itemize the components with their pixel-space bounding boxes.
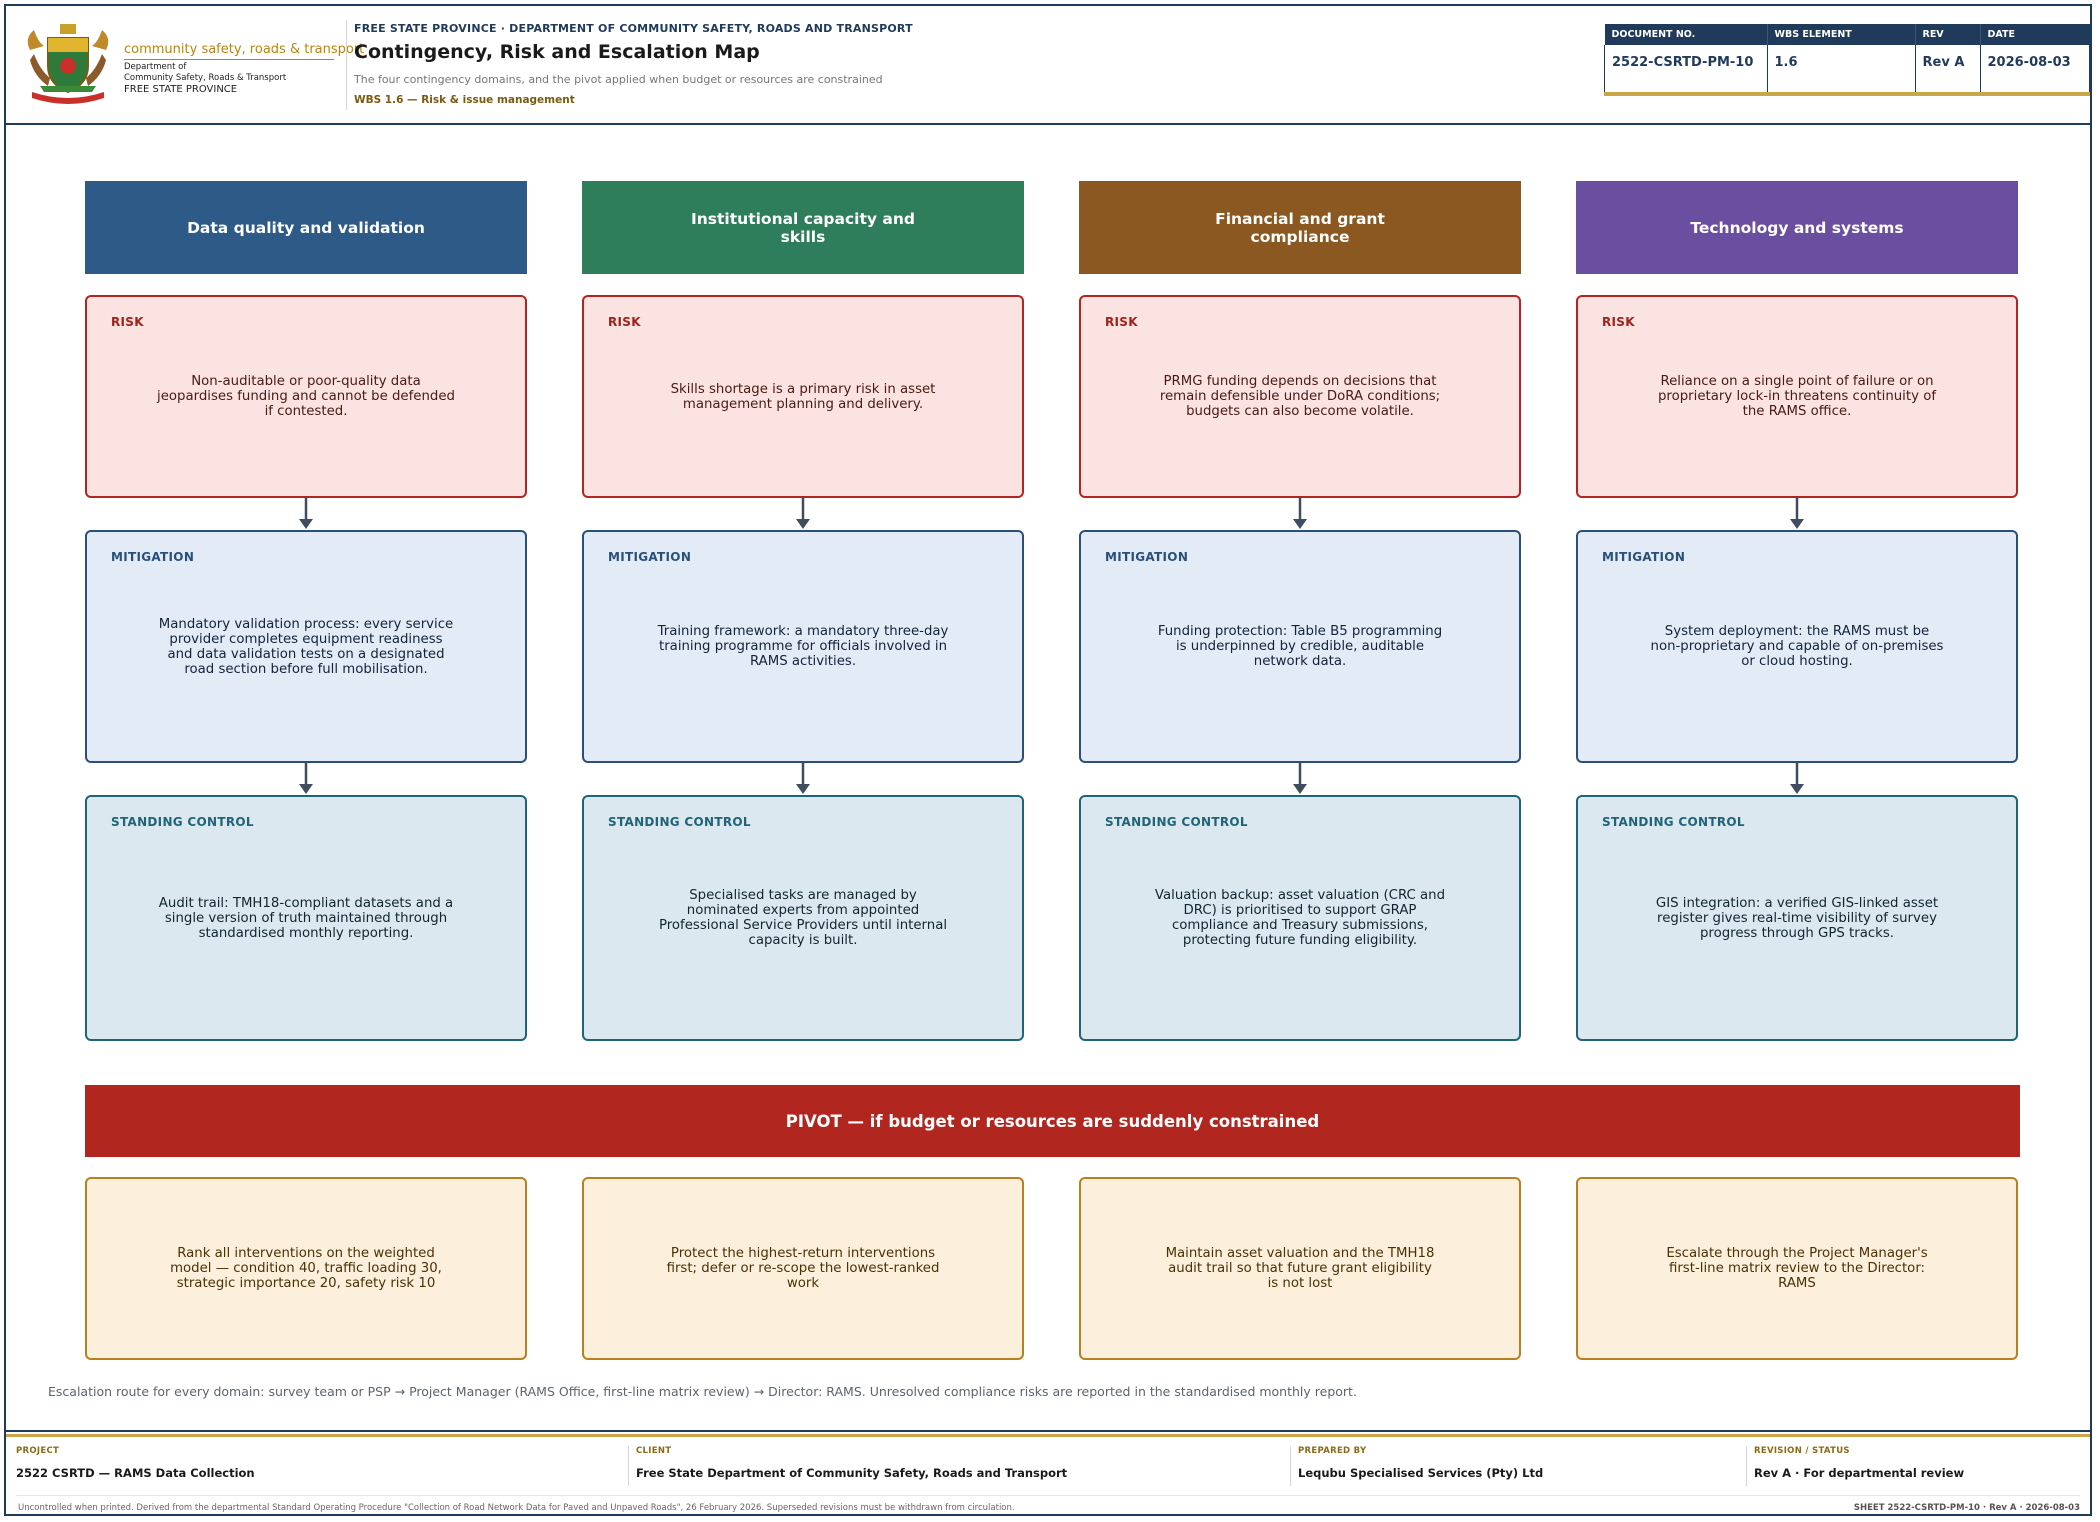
- standing-control-text: Audit trail: TMH18-compliant datasets an…: [158, 895, 454, 941]
- risk-label: RISK: [1105, 315, 1138, 329]
- risk-box: RISK Reliance on a single point of failu…: [1576, 295, 2018, 498]
- risk-label: RISK: [111, 315, 144, 329]
- footer-revision-value: Rev A · For departmental review: [1754, 1466, 1965, 1480]
- footer-project-value: 2522 CSRTD — RAMS Data Collection: [16, 1466, 255, 1480]
- mitigation-text: Training framework: a mandatory three-da…: [657, 624, 949, 669]
- footer-client: CLIENT Free State Department of Communit…: [636, 1446, 1067, 1480]
- footer-prepared-label: PREPARED BY: [1298, 1446, 1367, 1456]
- risk-box: RISK Non-auditable or poor-quality data …: [85, 295, 527, 498]
- footer-disclaimer: Uncontrolled when printed. Derived from …: [18, 1503, 1015, 1513]
- arrow-down-icon: [796, 497, 810, 529]
- document-sheet: community safety, roads & transport Depa…: [4, 4, 2092, 1516]
- logo-tagline: community safety, roads & transport: [124, 42, 364, 60]
- domain-header: Data quality and validation: [85, 181, 527, 274]
- mitigation-box: MITIGATION Funding protection: Table B5 …: [1079, 530, 1521, 763]
- pivot-banner: PIVOT — if budget or resources are sudde…: [85, 1085, 2020, 1157]
- page-title: Contingency, Risk and Escalation Map: [354, 41, 760, 63]
- footer-divider: [628, 1446, 629, 1486]
- rev-header: REV: [1915, 24, 1981, 45]
- footer-divider: [1290, 1446, 1291, 1486]
- standing-control-box: STANDING CONTROL Specialised tasks are m…: [582, 795, 1024, 1041]
- footer: PROJECT 2522 CSRTD — RAMS Data Collectio…: [6, 1430, 2090, 1518]
- page-subtitle: The four contingency domains, and the pi…: [354, 73, 883, 86]
- footer-client-label: CLIENT: [636, 1446, 672, 1456]
- logo-province: FREE STATE PROVINCE: [124, 84, 238, 95]
- header-titles: FREE STATE PROVINCE · DEPARTMENT OF COMM…: [354, 22, 1554, 106]
- standing-control-box: STANDING CONTROL Audit trail: TMH18-comp…: [85, 795, 527, 1041]
- footer-project: PROJECT 2522 CSRTD — RAMS Data Collectio…: [16, 1446, 255, 1480]
- arrow-down-icon: [299, 762, 313, 794]
- pivot-action-box: Escalate through the Project Manager's f…: [1576, 1177, 2018, 1360]
- mitigation-text: Mandatory validation process: every serv…: [158, 616, 454, 677]
- logo-department-name: Community Safety, Roads & Transport: [124, 73, 287, 83]
- standing-control-text: Valuation backup: asset valuation (CRC a…: [1154, 888, 1446, 948]
- footer-sheet-reference: SHEET 2522-CSRTD-PM-10 · Rev A · 2026-08…: [1853, 1503, 2080, 1513]
- arrow-down-icon: [1790, 762, 1804, 794]
- mitigation-box: MITIGATION Training framework: a mandato…: [582, 530, 1024, 763]
- mitigation-box: MITIGATION Mandatory validation process:…: [85, 530, 527, 763]
- header: community safety, roads & transport Depa…: [6, 6, 2090, 125]
- risk-text: Reliance on a single point of failure or…: [1657, 374, 1937, 419]
- standing-control-box: STANDING CONTROL GIS integration: a veri…: [1576, 795, 2018, 1041]
- standing-control-text: GIS integration: a verified GIS-linked a…: [1655, 895, 1939, 941]
- logo-department-label: Department of: [124, 62, 187, 72]
- pivot-action-box: Maintain asset valuation and the TMH18 a…: [1079, 1177, 1521, 1360]
- doc-no-value: 2522-CSRTD-PM-10: [1604, 45, 1768, 95]
- footer-client-value: Free State Department of Community Safet…: [636, 1466, 1068, 1480]
- header-kicker: FREE STATE PROVINCE · DEPARTMENT OF COMM…: [354, 22, 913, 35]
- risk-box: RISK Skills shortage is a primary risk i…: [582, 295, 1024, 498]
- wbs-element-header: WBS ELEMENT: [1767, 24, 1916, 45]
- date-header: DATE: [1980, 24, 2090, 45]
- footer-prepared-by: PREPARED BY Lequbu Specialised Services …: [1298, 1446, 1543, 1480]
- footer-divider: [1746, 1446, 1747, 1486]
- arrow-down-icon: [1790, 497, 1804, 529]
- mitigation-box: MITIGATION System deployment: the RAMS m…: [1576, 530, 2018, 763]
- risk-text: PRMG funding depends on decisions that r…: [1159, 374, 1441, 419]
- arrow-down-icon: [299, 497, 313, 529]
- arrow-down-icon: [796, 762, 810, 794]
- date-value: 2026-08-03: [1979, 45, 2090, 95]
- rev-value: Rev A: [1914, 45, 1981, 95]
- arrow-down-icon: [1293, 762, 1307, 794]
- risk-text: Skills shortage is a primary risk in ass…: [670, 381, 936, 412]
- domain-header: Financial and grant compliance: [1079, 181, 1521, 274]
- header-divider: [346, 20, 347, 110]
- risk-box: RISK PRMG funding depends on decisions t…: [1079, 295, 1521, 498]
- risk-text: Non-auditable or poor-quality data jeopa…: [157, 374, 455, 419]
- escalation-route-note: Escalation route for every domain: surve…: [48, 1384, 1357, 1399]
- footer-project-label: PROJECT: [16, 1446, 60, 1456]
- domain-header: Institutional capacity and skills: [582, 181, 1024, 274]
- document-info-table: DOCUMENT NO. WBS ELEMENT REV DATE 2522-C…: [1604, 24, 2090, 96]
- footer-prepared-value: Lequbu Specialised Services (Pty) Ltd: [1298, 1466, 1544, 1480]
- risk-label: RISK: [608, 315, 641, 329]
- wbs-element-value: 1.6: [1766, 45, 1916, 95]
- footer-note-rule: [16, 1495, 2080, 1496]
- pivot-action-box: Rank all interventions on the weighted m…: [85, 1177, 527, 1360]
- doc-no-header: DOCUMENT NO.: [1604, 24, 1768, 45]
- wbs-reference: WBS 1.6 — Risk & issue management: [354, 94, 575, 106]
- arrow-down-icon: [1293, 497, 1307, 529]
- footer-revision-label: REVISION / STATUS: [1754, 1446, 1850, 1456]
- department-logo-text: community safety, roads & transport Depa…: [124, 42, 364, 95]
- mitigation-text: System deployment: the RAMS must be non-…: [1650, 624, 1944, 669]
- risk-label: RISK: [1602, 315, 1635, 329]
- mitigation-text: Funding protection: Table B5 programming…: [1157, 624, 1443, 669]
- coat-of-arms-logo: [27, 24, 109, 104]
- footer-revision: REVISION / STATUS Rev A · For department…: [1754, 1446, 1964, 1480]
- standing-control-box: STANDING CONTROL Valuation backup: asset…: [1079, 795, 1521, 1041]
- pivot-action-box: Protect the highest-return interventions…: [582, 1177, 1024, 1360]
- standing-control-text: Specialised tasks are managed by nominat…: [658, 888, 948, 948]
- footer-accent-rule: [6, 1434, 2090, 1437]
- domain-header: Technology and systems: [1576, 181, 2018, 274]
